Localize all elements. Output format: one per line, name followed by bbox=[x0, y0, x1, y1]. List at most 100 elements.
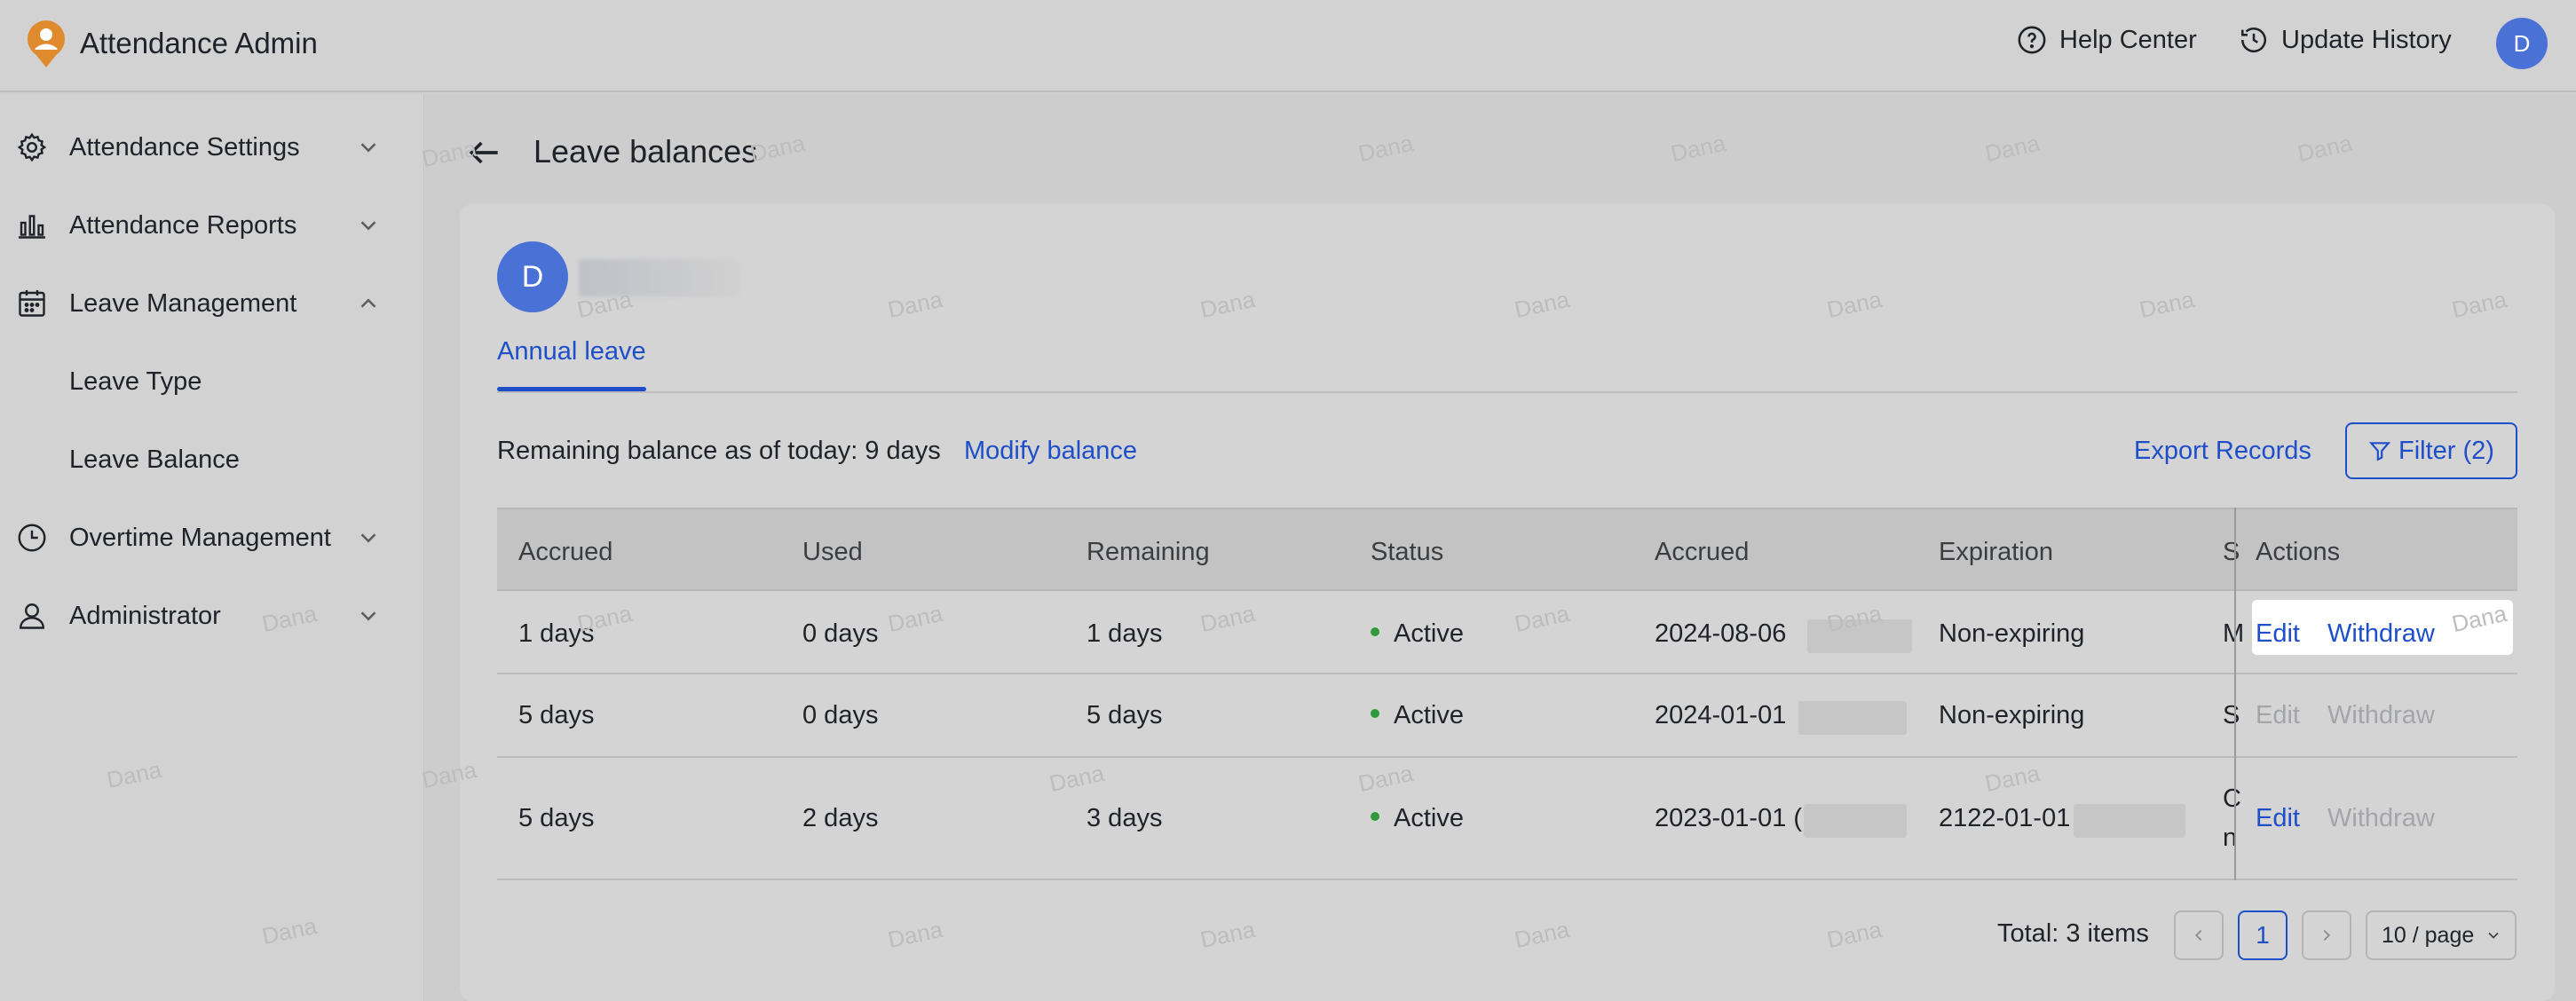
column-header: Used bbox=[802, 538, 863, 566]
cell-accrued-date: 2024-01-01 bbox=[1655, 701, 1787, 729]
app-logo-icon bbox=[28, 20, 65, 67]
cell-expiration: Non-expiring bbox=[1939, 619, 2085, 648]
sidebar-item-label: Leave Balance bbox=[69, 445, 240, 474]
actions-column-separator bbox=[2234, 508, 2236, 880]
sidebar-item-leave-management[interactable]: Leave Management bbox=[0, 268, 424, 339]
history-icon bbox=[2240, 28, 2267, 53]
status-label: Active bbox=[1394, 619, 1464, 648]
chevron-up-icon bbox=[360, 298, 376, 308]
edit-button[interactable]: Edit bbox=[2256, 804, 2300, 833]
column-header: Accrued bbox=[518, 538, 613, 566]
export-records-link[interactable]: Export Records bbox=[2134, 437, 2311, 466]
cell-accrued-date: 2023-01-01 ( bbox=[1655, 804, 1803, 832]
chevron-down-icon bbox=[2488, 932, 2499, 939]
filter-button[interactable]: Filter (2) bbox=[2345, 422, 2517, 479]
chevron-down-icon bbox=[360, 533, 376, 543]
column-header: Expiration bbox=[1939, 538, 2053, 566]
table-row: 1 days 0 days 1 days Active 2024-08-06 N… bbox=[497, 591, 2517, 674]
withdraw-button-disabled: Withdraw bbox=[2327, 701, 2435, 729]
top-header: Attendance Admin Help Center Update Hist… bbox=[0, 0, 2576, 92]
sidebar-item-label: Leave Type bbox=[69, 367, 202, 396]
employee-name-redacted bbox=[579, 259, 739, 296]
sidebar-item-label: Attendance Settings bbox=[69, 132, 300, 162]
sidebar-item-attendance-reports[interactable]: Attendance Reports bbox=[0, 190, 424, 261]
column-header: Accrued bbox=[1655, 538, 1750, 566]
employee-avatar: D bbox=[497, 241, 568, 312]
sidebar: Attendance Settings Attendance Reports L… bbox=[0, 94, 424, 1001]
total-items: Total: 3 items bbox=[1997, 919, 2149, 948]
update-history-label: Update History bbox=[2281, 25, 2452, 54]
filter-label: Filter (2) bbox=[2398, 436, 2494, 465]
redacted-text bbox=[1807, 619, 1912, 653]
cell-source: C bbox=[2223, 784, 2241, 813]
column-header: Remaining bbox=[1087, 538, 1210, 566]
user-icon bbox=[20, 603, 44, 629]
status-active-dot bbox=[1371, 627, 1379, 637]
edit-button-disabled: Edit bbox=[2256, 701, 2300, 729]
redacted-text bbox=[2074, 804, 2185, 838]
page-size-label: 10 / page bbox=[2382, 922, 2475, 948]
remaining-balance-text: Remaining balance as of today: 9 days bbox=[497, 437, 941, 465]
filter-icon bbox=[2368, 442, 2391, 461]
prev-page-button[interactable] bbox=[2174, 910, 2224, 960]
help-center-button[interactable]: Help Center bbox=[2017, 25, 2197, 55]
cell-status: Active bbox=[1371, 804, 1464, 833]
update-history-button[interactable]: Update History bbox=[2239, 25, 2452, 55]
cell-remaining: 5 days bbox=[1087, 701, 1163, 729]
cell-accrued: 5 days bbox=[518, 701, 595, 729]
gear-icon bbox=[17, 132, 47, 162]
redacted-text bbox=[1804, 804, 1907, 838]
sidebar-item-label: Leave Management bbox=[69, 288, 297, 318]
cell-used: 0 days bbox=[802, 701, 879, 729]
status-label: Active bbox=[1394, 804, 1464, 832]
sidebar-item-label: Overtime Management bbox=[69, 523, 331, 552]
table-header: Accrued Used Remaining Status Accrued Ex… bbox=[497, 508, 2517, 591]
withdraw-button[interactable]: Withdraw bbox=[2327, 619, 2435, 649]
redacted-text bbox=[1798, 701, 1907, 735]
status-active-dot bbox=[1371, 812, 1379, 822]
back-arrow-icon[interactable] bbox=[465, 133, 504, 172]
status-active-dot bbox=[1371, 709, 1379, 719]
cell-status: Active bbox=[1371, 701, 1464, 730]
chevron-down-icon bbox=[360, 611, 376, 621]
calendar-icon bbox=[19, 290, 45, 317]
help-center-label: Help Center bbox=[2059, 25, 2197, 54]
table-row: 5 days 2 days 3 days Active 2023-01-01 (… bbox=[497, 758, 2517, 880]
cell-accrued-date: 2024-08-06 bbox=[1655, 619, 1787, 648]
cell-accrued: 5 days bbox=[518, 804, 595, 832]
help-circle-icon bbox=[2018, 26, 2046, 54]
column-header: Status bbox=[1371, 538, 1444, 566]
chevron-down-icon bbox=[360, 221, 376, 231]
sidebar-item-overtime-management[interactable]: Overtime Management bbox=[0, 502, 424, 573]
page-size-select[interactable]: 10 / page bbox=[2366, 910, 2517, 960]
cell-remaining: 1 days bbox=[1087, 619, 1163, 648]
cell-source: S bbox=[2223, 701, 2240, 729]
sidebar-item-leave-type[interactable]: Leave Type bbox=[0, 346, 424, 417]
column-header: Actions bbox=[2256, 538, 2341, 566]
sidebar-item-leave-balance[interactable]: Leave Balance bbox=[0, 424, 424, 495]
next-page-button[interactable] bbox=[2302, 910, 2351, 960]
page-title: Leave balances bbox=[533, 133, 758, 169]
clock-icon bbox=[18, 524, 46, 552]
cell-expiration: 2122-01-01 bbox=[1939, 804, 2071, 832]
tab-divider bbox=[497, 391, 2517, 393]
status-label: Active bbox=[1394, 701, 1464, 729]
cell-used: 2 days bbox=[802, 804, 879, 832]
chevron-down-icon bbox=[360, 143, 376, 153]
user-avatar[interactable]: D bbox=[2496, 18, 2548, 69]
modify-balance-link[interactable]: Modify balance bbox=[964, 437, 1137, 466]
page-1-button[interactable]: 1 bbox=[2238, 910, 2288, 960]
cell-used: 0 days bbox=[802, 619, 879, 648]
withdraw-button-disabled: Withdraw bbox=[2327, 804, 2435, 832]
cell-accrued: 1 days bbox=[518, 619, 595, 648]
edit-button[interactable]: Edit bbox=[2256, 619, 2300, 649]
bar-chart-icon bbox=[19, 215, 45, 239]
sidebar-item-label: Attendance Reports bbox=[69, 210, 297, 240]
table-row: 5 days 0 days 5 days Active 2024-01-01 N… bbox=[497, 674, 2517, 758]
sidebar-item-administrator[interactable]: Administrator bbox=[0, 580, 424, 651]
chevron-right-icon bbox=[2323, 929, 2331, 942]
tab-annual-leave[interactable]: Annual leave bbox=[497, 337, 646, 367]
sidebar-item-attendance-settings[interactable]: Attendance Settings bbox=[0, 112, 424, 183]
sidebar-item-label: Administrator bbox=[69, 601, 221, 630]
cell-expiration: Non-expiring bbox=[1939, 701, 2085, 729]
